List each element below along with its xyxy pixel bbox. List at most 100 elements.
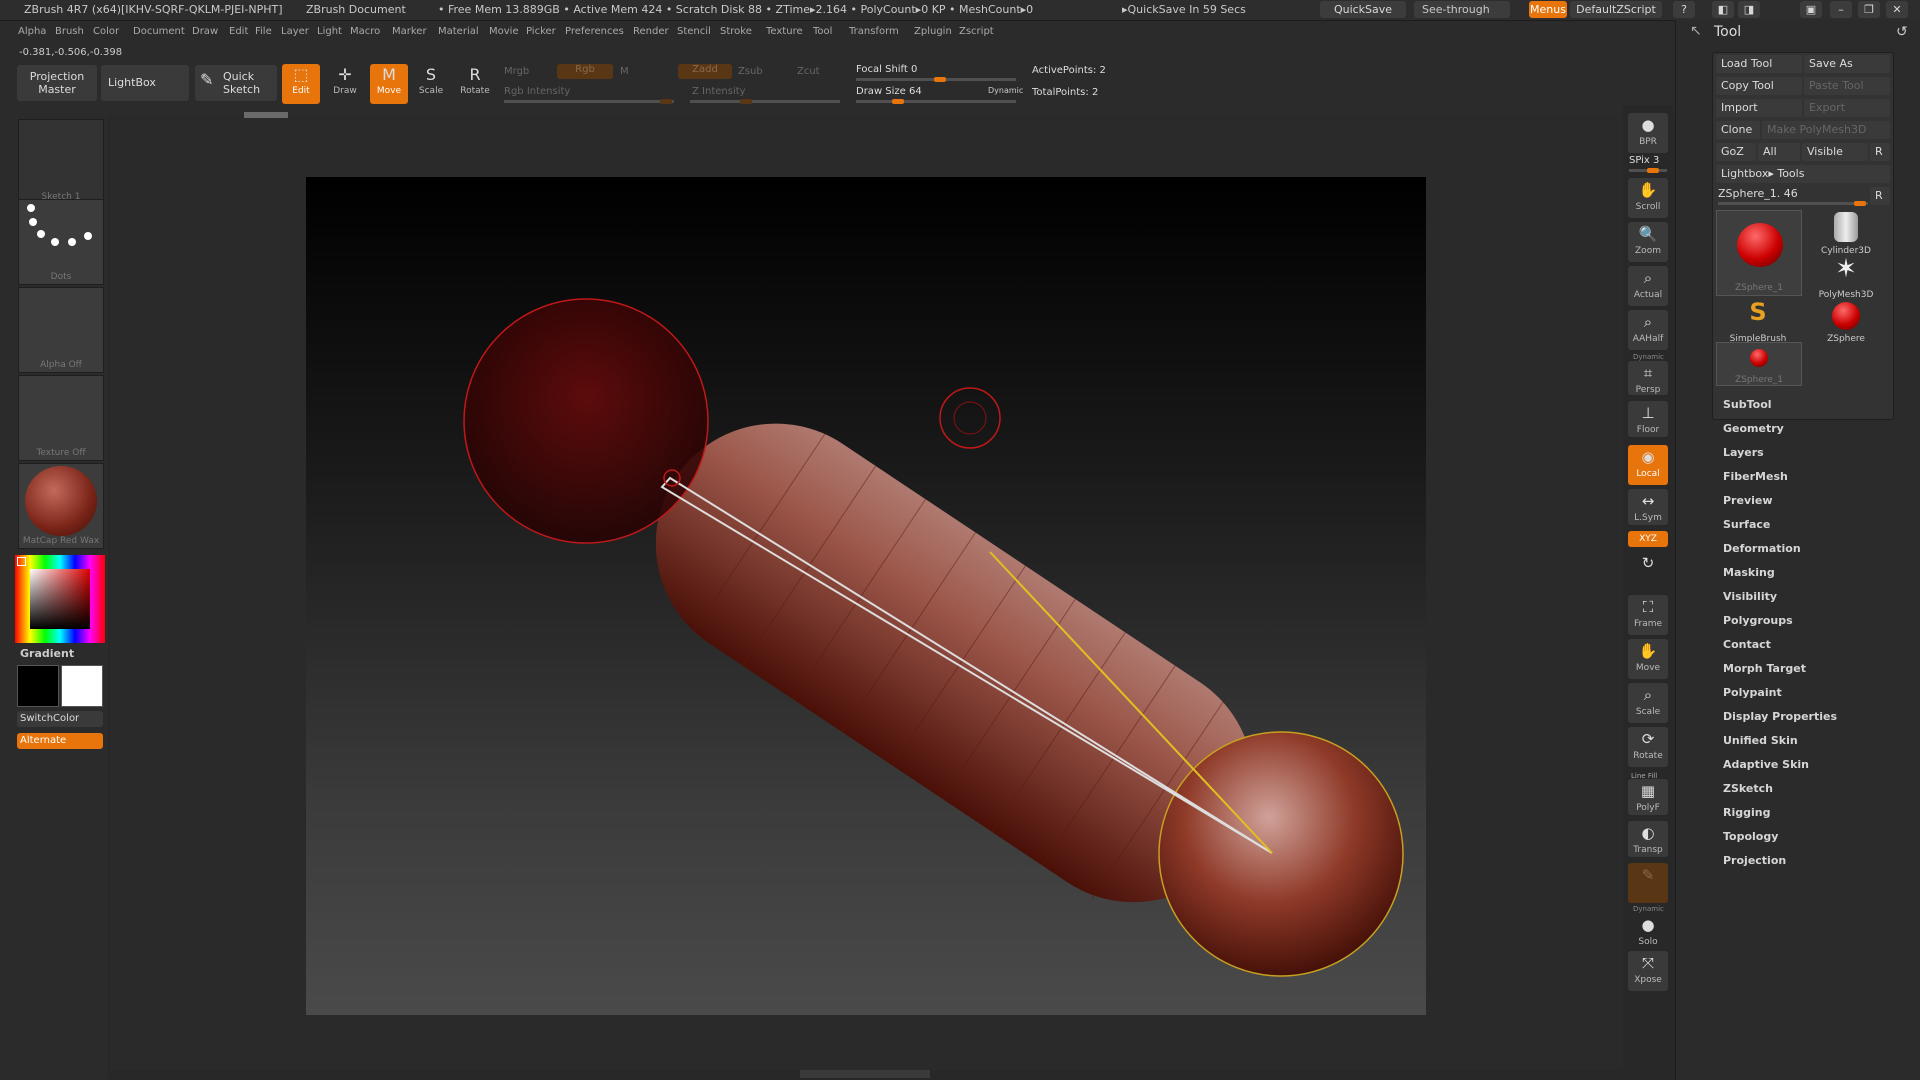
section-polygroups[interactable]: Polygroups xyxy=(1723,614,1793,627)
document-scrollbar[interactable] xyxy=(244,112,288,118)
close-icon[interactable]: ✕ xyxy=(1886,1,1908,18)
tool-tile-cylinder3d[interactable]: Cylinder3D xyxy=(1804,210,1888,256)
rotate-button[interactable]: R Rotate xyxy=(456,64,494,104)
section-adaptive-skin[interactable]: Adaptive Skin xyxy=(1723,758,1809,771)
goz-visible-button[interactable]: Visible xyxy=(1802,143,1868,161)
z-intensity-slider[interactable] xyxy=(690,99,840,104)
layout-right-icon[interactable]: ◨ xyxy=(1738,1,1760,18)
menu-light[interactable]: Light xyxy=(317,26,342,37)
main-color-swatch[interactable] xyxy=(17,665,59,707)
section-surface[interactable]: Surface xyxy=(1723,518,1770,531)
rgb-intensity-slider[interactable] xyxy=(504,99,674,104)
tool-tile-simplebrush[interactable]: S SimpleBrush xyxy=(1716,298,1800,344)
menu-macro[interactable]: Macro xyxy=(350,26,380,37)
aahalf-button[interactable]: ⌕ AAHalf xyxy=(1628,310,1668,350)
rgb-intensity-knob[interactable] xyxy=(660,99,672,104)
tool-tile-zsphere-1b[interactable]: ZSphere_1 xyxy=(1716,342,1802,386)
goz-button[interactable]: GoZ xyxy=(1716,143,1756,161)
zoom-button[interactable]: 🔍 Zoom xyxy=(1628,222,1668,262)
section-display-properties[interactable]: Display Properties xyxy=(1723,710,1837,723)
layout-left-icon[interactable]: ◧ xyxy=(1712,1,1734,18)
transp-button[interactable]: ◐ Transp xyxy=(1628,821,1668,857)
menu-marker[interactable]: Marker xyxy=(392,26,427,37)
section-visibility[interactable]: Visibility xyxy=(1723,590,1777,603)
default-zscript-button[interactable]: DefaultZScript xyxy=(1570,1,1662,18)
help-icon[interactable]: ? xyxy=(1673,1,1695,18)
section-projection[interactable]: Projection xyxy=(1723,854,1786,867)
section-masking[interactable]: Masking xyxy=(1723,566,1775,579)
section-topology[interactable]: Topology xyxy=(1723,830,1778,843)
zsphere-model[interactable] xyxy=(306,177,1426,1015)
section-zsketch[interactable]: ZSketch xyxy=(1723,782,1773,795)
tool-r-button[interactable]: R xyxy=(1870,187,1890,205)
ghost-button[interactable]: ✎ xyxy=(1628,863,1668,903)
tool-pin-icon[interactable]: ↖ xyxy=(1690,23,1702,39)
section-rigging[interactable]: Rigging xyxy=(1723,806,1770,819)
solo-button[interactable]: ● Solo xyxy=(1628,913,1668,947)
current-tool-slider[interactable] xyxy=(1718,201,1868,206)
lsym-button[interactable]: ↔ L.Sym xyxy=(1628,489,1668,525)
menu-color[interactable]: Color xyxy=(93,26,119,37)
draw-button[interactable]: ✛ Draw xyxy=(326,64,364,104)
section-morph-target[interactable]: Morph Target xyxy=(1723,662,1806,675)
section-unified-skin[interactable]: Unified Skin xyxy=(1723,734,1798,747)
section-contact[interactable]: Contact xyxy=(1723,638,1771,651)
menu-layer[interactable]: Layer xyxy=(281,26,309,37)
xpose-button[interactable]: ⤧ Xpose xyxy=(1628,951,1668,991)
dynamic-toggle[interactable]: Dynamic xyxy=(988,86,1023,95)
color-picker-marker[interactable] xyxy=(17,557,26,566)
spix-knob[interactable] xyxy=(1647,168,1659,173)
menus-button[interactable]: Menus xyxy=(1529,1,1567,18)
rotate-view-button[interactable]: ⟳ Rotate xyxy=(1628,727,1668,767)
spix-label[interactable]: SPix 3 xyxy=(1629,155,1659,166)
texture-thumbnail[interactable]: Texture Off xyxy=(18,375,104,461)
scale-view-button[interactable]: ⌕ Scale xyxy=(1628,683,1668,723)
section-deformation[interactable]: Deformation xyxy=(1723,542,1801,555)
import-button[interactable]: Import xyxy=(1716,99,1802,117)
menu-picker[interactable]: Picker xyxy=(526,26,556,37)
load-tool-button[interactable]: Load Tool xyxy=(1716,55,1802,73)
tool-tile-polymesh3d[interactable]: ✶ PolyMesh3D xyxy=(1804,254,1888,300)
export-button[interactable]: Export xyxy=(1804,99,1890,117)
switchcolor-button[interactable]: SwitchColor xyxy=(17,711,103,727)
menu-zplugin[interactable]: Zplugin xyxy=(914,26,952,37)
see-through-slider[interactable]: See-through 0 xyxy=(1414,1,1510,33)
draw-size-knob[interactable] xyxy=(892,99,904,104)
lightbox-button[interactable]: LightBox xyxy=(101,65,189,101)
section-geometry[interactable]: Geometry xyxy=(1723,422,1784,435)
maximize-icon[interactable]: ❐ xyxy=(1858,1,1880,18)
alternate-button[interactable]: Alternate xyxy=(17,733,103,749)
quick-sketch-button[interactable]: ✎ Quick Sketch xyxy=(195,65,277,101)
section-polypaint[interactable]: Polypaint xyxy=(1723,686,1782,699)
zsub-button[interactable]: Zsub xyxy=(738,66,763,77)
menu-stroke[interactable]: Stroke xyxy=(720,26,752,37)
reset-icon[interactable]: ↺ xyxy=(1896,24,1908,40)
alpha-thumbnail[interactable]: Alpha Off xyxy=(18,287,104,373)
move-button[interactable]: M Move xyxy=(370,64,408,104)
edit-button[interactable]: ⬚ Edit xyxy=(282,64,320,104)
persp-button[interactable]: ⌗ Persp xyxy=(1628,361,1668,395)
zcut-button[interactable]: Zcut xyxy=(797,66,820,77)
frame-button[interactable]: ⛶ Frame xyxy=(1628,595,1668,635)
lock-icon[interactable]: ▣ xyxy=(1800,1,1822,18)
material-thumbnail[interactable]: MatCap Red Wax xyxy=(18,463,104,549)
bottom-tray-handle[interactable] xyxy=(800,1070,930,1078)
menu-draw[interactable]: Draw xyxy=(192,26,218,37)
quicksave-button[interactable]: QuickSave xyxy=(1320,1,1406,18)
draw-size-slider[interactable] xyxy=(856,99,1016,104)
make-polymesh-button[interactable]: Make PolyMesh3D xyxy=(1762,121,1890,139)
z-intensity-knob[interactable] xyxy=(740,99,752,104)
menu-transform[interactable]: Transform xyxy=(849,26,899,37)
clone-button[interactable]: Clone xyxy=(1716,121,1760,139)
menu-texture[interactable]: Texture xyxy=(766,26,803,37)
move-view-button[interactable]: ✋ Move xyxy=(1628,639,1668,679)
section-layers[interactable]: Layers xyxy=(1723,446,1764,459)
copy-tool-button[interactable]: Copy Tool xyxy=(1716,77,1802,95)
section-fibermesh[interactable]: FiberMesh xyxy=(1723,470,1788,483)
sketch-thumbnail[interactable]: Sketch 1 xyxy=(18,119,104,205)
local-button[interactable]: ◉ Local xyxy=(1628,445,1668,485)
menu-edit[interactable]: Edit xyxy=(229,26,248,37)
lightbox-tools-button[interactable]: Lightbox▸ Tools xyxy=(1716,165,1890,183)
menu-tool[interactable]: Tool xyxy=(813,26,832,37)
mrgb-button[interactable]: Mrgb xyxy=(504,66,529,77)
